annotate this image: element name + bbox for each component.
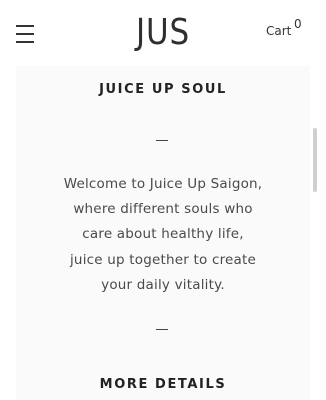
welcome-line: your daily vitality. <box>101 276 225 293</box>
welcome-line: care about healthy life, <box>82 226 244 243</box>
cart-link[interactable]: Cart <box>266 24 291 38</box>
scrollbar[interactable] <box>313 128 317 192</box>
intro-section: JUICE UP SOUL Welcome to Juice Up Saigon… <box>16 66 310 400</box>
hamburger-menu-icon-bar <box>16 41 34 43</box>
hamburger-menu-icon <box>16 25 34 27</box>
divider <box>156 329 168 330</box>
scrollbar-thumb[interactable] <box>313 128 317 192</box>
page: JUS Cart 0 JUICE UP SOUL Welcome to Juic… <box>0 0 326 400</box>
menu-button[interactable] <box>16 25 34 43</box>
hamburger-menu-icon-bar <box>16 33 34 35</box>
site-header: JUS Cart 0 <box>0 0 326 66</box>
more-details-heading[interactable]: MORE DETAILS <box>16 377 310 392</box>
site-logo[interactable]: JUS <box>133 12 193 54</box>
divider <box>156 140 168 141</box>
welcome-line: juice up together to create <box>69 251 256 268</box>
intro-heading: JUICE UP SOUL <box>99 82 227 97</box>
welcome-line: where different souls who <box>73 201 253 218</box>
cart-count-badge: 0 <box>294 17 302 31</box>
welcome-text: Welcome to Juice Up Saigon, where differ… <box>16 172 310 298</box>
welcome-line: Welcome to Juice Up Saigon, <box>63 176 263 192</box>
